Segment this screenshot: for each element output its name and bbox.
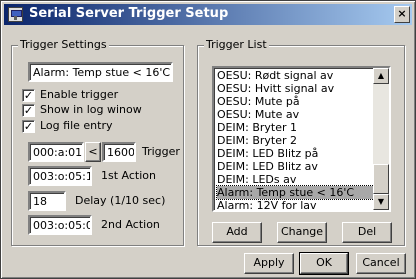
del-button[interactable]: Del <box>342 222 392 243</box>
close-button[interactable]: × <box>394 6 410 23</box>
list-item[interactable]: Alarm: 12V for lav <box>217 199 374 210</box>
trigger-settings-label: Trigger Settings <box>18 38 109 51</box>
list-item[interactable]: DEIM: LED Blitz av <box>217 160 374 173</box>
ok-button[interactable]: OK <box>299 252 349 275</box>
scroll-down-button[interactable]: ▼ <box>373 194 389 210</box>
title-bar[interactable]: Serial Server Trigger Setup × <box>4 4 412 25</box>
list-item[interactable]: OESU: Mute av <box>217 108 374 121</box>
trigger-value-field[interactable]: 1600 <box>102 142 136 162</box>
scroll-up-button[interactable]: ▲ <box>373 68 389 84</box>
add-button[interactable]: Add <box>212 222 262 243</box>
second-action-label: 2nd Action <box>101 218 160 231</box>
app-icon <box>8 7 23 22</box>
first-action-label: 1st Action <box>101 169 156 182</box>
delay-label: Delay (1/10 sec) <box>75 194 166 207</box>
check-mark-icon: ✓ <box>22 89 35 102</box>
list-item[interactable]: OESU: Mute på <box>217 95 374 108</box>
trigger-list-group: Trigger List OESU: Rødt signal av OESU: … <box>197 38 405 246</box>
list-item[interactable]: OESU: Rødt signal av <box>217 69 374 82</box>
trigger-name-field[interactable]: Alarm: Temp stue < 16'C <box>28 62 173 82</box>
trigger-listbox[interactable]: OESU: Rødt signal av OESU: Hvitt signal … <box>212 66 391 212</box>
change-button[interactable]: Change <box>277 222 327 243</box>
arrow-up-icon: ▲ <box>377 71 385 80</box>
show-in-log-label: Show in log winow <box>40 103 142 116</box>
cancel-button[interactable]: Cancel <box>356 253 406 274</box>
trigger-list-label: Trigger List <box>204 38 269 51</box>
list-item[interactable]: DEIM: Bryter 2 <box>217 134 374 147</box>
check-mark-icon: ✓ <box>22 120 35 133</box>
scroll-thumb[interactable] <box>373 164 389 194</box>
list-item[interactable]: DEIM: Bryter 1 <box>217 121 374 134</box>
trigger-address-field[interactable]: 000:a:01 <box>28 142 84 162</box>
list-item[interactable]: DEIM: LEDs av <box>217 173 374 186</box>
trigger-label: Trigger <box>142 145 180 158</box>
first-action-field[interactable]: 003:o:05:1 <box>28 166 92 186</box>
list-item-selected[interactable]: Alarm: Temp stue < 16'C <box>216 185 375 200</box>
list-item[interactable]: OESU: Hvitt signal av <box>217 82 374 95</box>
arrow-down-icon: ▼ <box>377 197 385 206</box>
apply-button[interactable]: Apply <box>244 253 294 274</box>
check-mark-icon: ✓ <box>22 104 35 117</box>
second-action-field[interactable]: 003:o:05:0 <box>28 215 92 235</box>
enable-trigger-label: Enable trigger <box>40 88 119 101</box>
window-title: Serial Server Trigger Setup <box>29 6 229 21</box>
comparator-button[interactable]: < <box>85 142 101 162</box>
list-item[interactable]: DEIM: LED Blitz på <box>217 147 374 160</box>
list-scrollbar[interactable]: ▲ ▼ <box>373 68 389 210</box>
delay-field[interactable]: 18 <box>28 191 66 211</box>
log-file-entry-label: Log file entry <box>40 119 113 132</box>
trigger-setup-window: Serial Server Trigger Setup × Trigger Se… <box>0 0 416 279</box>
trigger-settings-group: Trigger Settings Alarm: Temp stue < 16'C… <box>11 38 184 246</box>
